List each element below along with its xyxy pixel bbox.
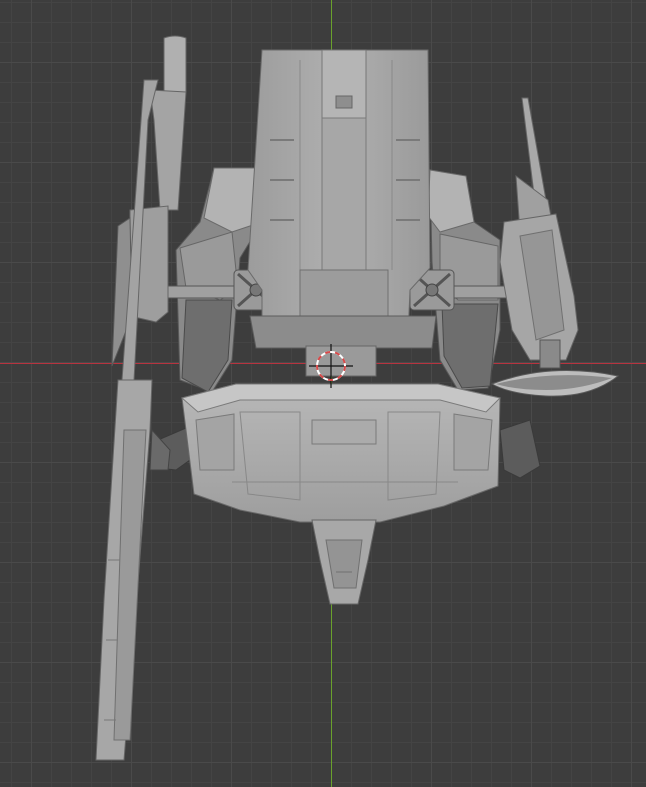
mech-model[interactable] (0, 0, 646, 787)
backpack[interactable] (247, 49, 437, 377)
left-long-cannon[interactable] (95, 35, 187, 761)
3d-cursor-icon[interactable] (309, 344, 353, 388)
skirt-armor[interactable] (157, 383, 541, 523)
3d-viewport[interactable] (0, 0, 646, 787)
rear-tail-fin[interactable] (311, 519, 377, 605)
right-blade-shield[interactable] (490, 97, 620, 397)
